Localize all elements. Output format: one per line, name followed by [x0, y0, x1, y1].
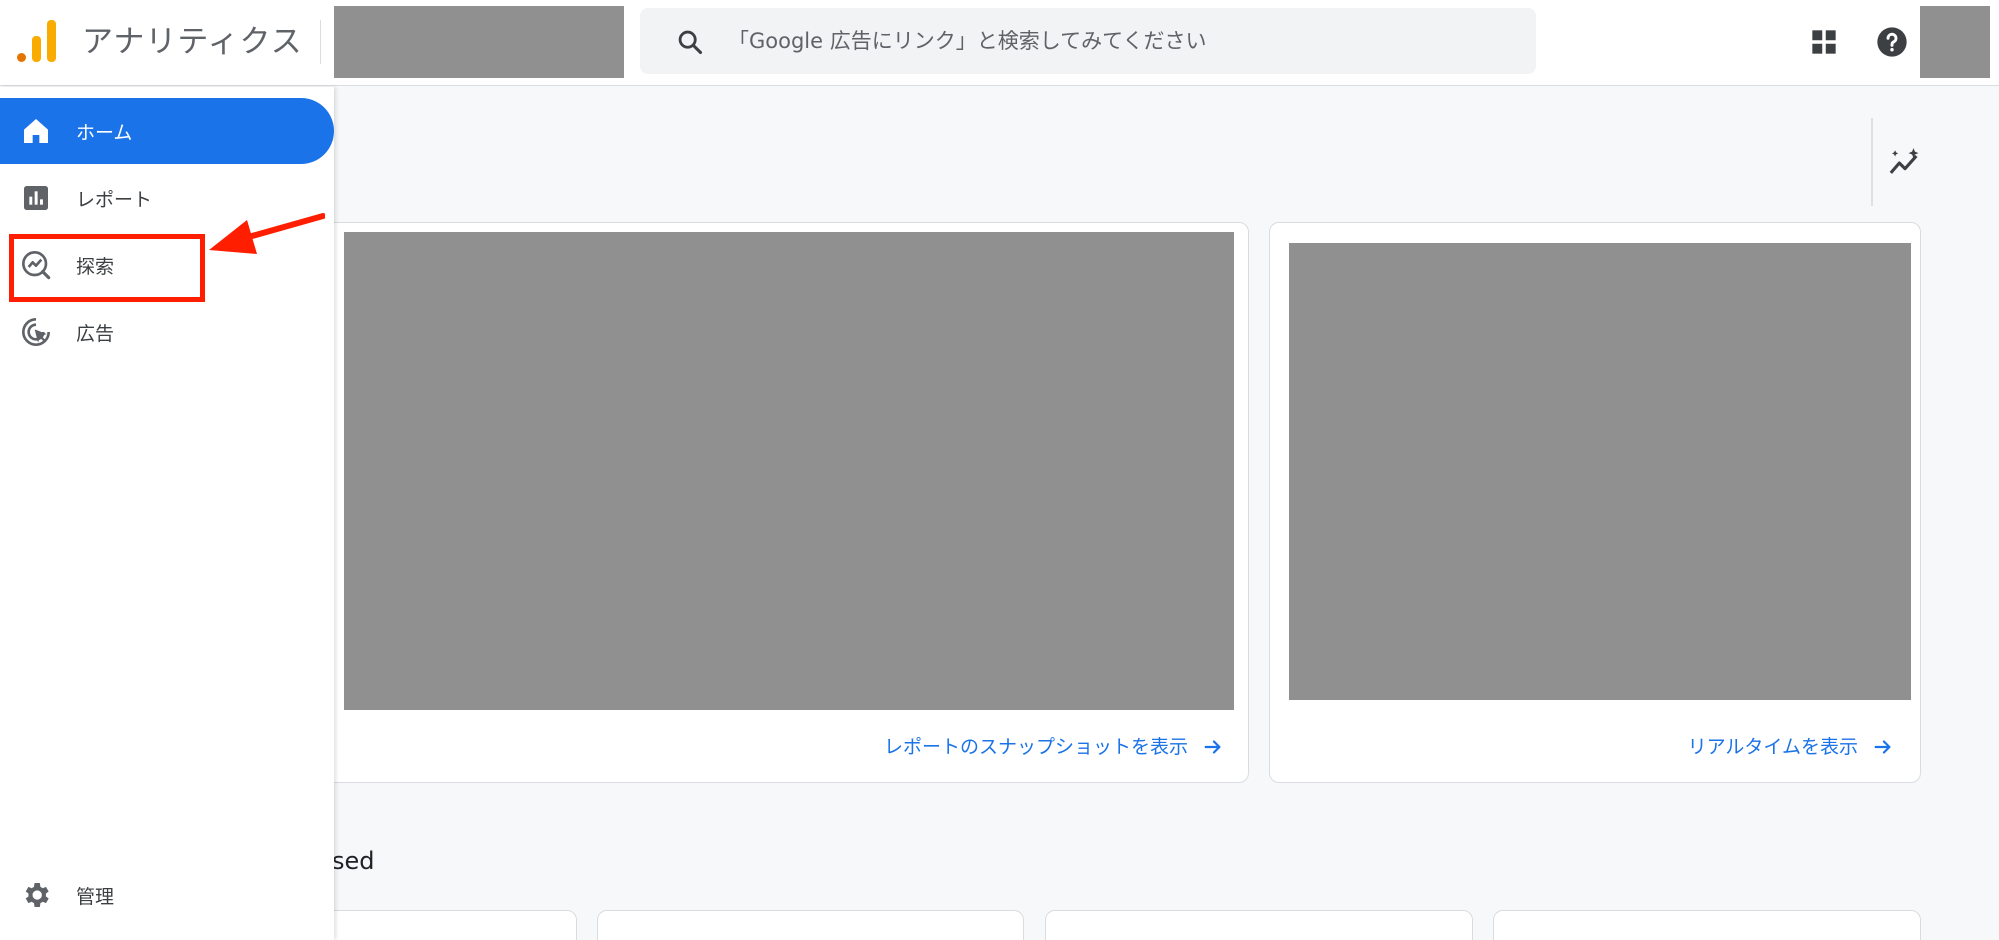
sidebar-item-label: レポート: [76, 188, 153, 211]
search-icon: [678, 30, 703, 55]
view-snapshot-label: レポートのスナップショットを表示: [883, 736, 1188, 758]
bottom-card[interactable]: [1493, 910, 1921, 940]
insights-icon[interactable]: [1888, 146, 1922, 180]
view-realtime-label: リアルタイムを表示: [1687, 736, 1858, 758]
redacted-avatar[interactable]: [1920, 6, 1990, 78]
search-input[interactable]: [728, 8, 1518, 74]
panel-divider: [1871, 118, 1873, 206]
realtime-card: リアルタイムを表示: [1269, 222, 1921, 783]
redacted-chart-area: [1289, 243, 1911, 700]
sidebar-item-label: 探索: [76, 255, 115, 278]
redacted-account-selector[interactable]: [334, 6, 624, 78]
search-bar[interactable]: [640, 8, 1536, 74]
apps-grid-icon[interactable]: [1810, 28, 1838, 56]
sidebar-item-home[interactable]: ホーム: [0, 98, 334, 164]
sidebar-item-admin[interactable]: 管理: [0, 862, 334, 928]
explore-icon: [22, 251, 51, 280]
top-app-bar: アナリティクス: [0, 0, 1999, 86]
arrow-right-icon: [1204, 740, 1221, 754]
gear-icon: [25, 883, 49, 907]
view-snapshot-link[interactable]: レポートのスナップショットを表示: [884, 733, 1224, 761]
redacted-chart-area: [344, 232, 1234, 710]
app-title: アナリティクス: [82, 24, 303, 60]
report-snapshot-card: レポートのスナップショットを表示: [322, 222, 1249, 783]
arrow-right-icon: [1874, 740, 1891, 754]
sidebar-item-label: 管理: [76, 885, 115, 908]
annotation-arrow-icon: [209, 213, 325, 254]
bottom-card[interactable]: [1045, 910, 1473, 940]
advertising-icon: [22, 318, 50, 346]
title-divider: [320, 20, 321, 64]
home-icon: [24, 119, 48, 143]
bar-chart-icon: [24, 186, 48, 210]
sidebar-item-advertising[interactable]: 広告: [0, 299, 334, 365]
view-realtime-link[interactable]: リアルタイムを表示: [1688, 733, 1894, 761]
analytics-logo-icon[interactable]: [17, 20, 57, 62]
bottom-card[interactable]: [597, 910, 1024, 940]
sidebar-item-label: ホーム: [76, 121, 133, 144]
bottom-card[interactable]: [322, 910, 577, 940]
sidebar-item-label: 広告: [76, 322, 115, 345]
help-icon[interactable]: [1876, 26, 1908, 58]
